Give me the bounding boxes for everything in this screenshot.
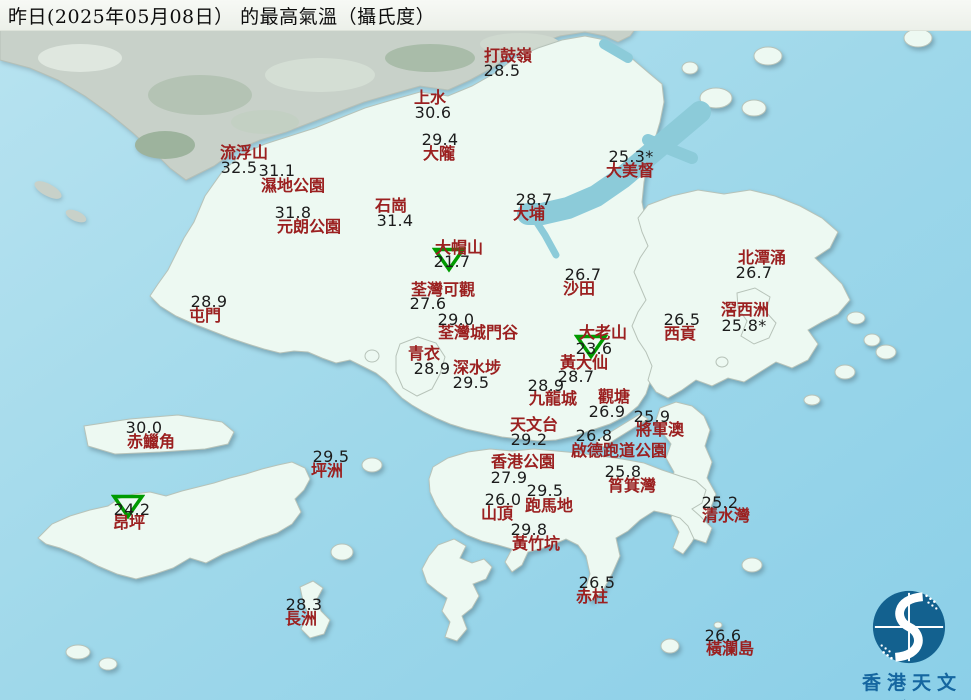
station-value-the-peak: 26.0 [485,492,522,508]
station-value-tai-mo-shan: 21.7 [434,254,471,270]
station-value-tsing-yi: 28.9 [414,361,451,377]
hko-logo-name-zh: 香港天文台 [846,668,971,700]
station-value-kowloon-city: 28.9 [528,378,565,394]
station-value-tuen-mun: 28.9 [191,294,228,310]
station-value-sha-tin: 26.7 [565,267,602,283]
station-value-lau-fau-shan: 32.5 [221,160,258,176]
hko-logo: 香港天文台 HONG KONG OBSERVATORY [846,588,971,700]
station-value-shek-kong: 31.4 [377,213,414,229]
station-name-kai-tak-runway-park: 啟德跑道公園 [571,443,667,459]
station-value-shau-kei-wan: 25.8 [605,464,642,480]
station-value-sham-shui-po: 29.5 [453,375,490,391]
hko-logo-icon [870,588,948,666]
station-value-tsuen-wan-shing-mun-valley: 29.0 [438,312,475,328]
stations-layer: 打鼓嶺28.5上水30.6大隴29.4流浮山32.5濕地公園31.1元朗公園31… [0,0,971,700]
station-value-ta-lung: 29.4 [422,132,459,148]
station-value-cheung-chau: 28.3 [286,597,323,613]
station-value-stanley: 26.5 [579,575,616,591]
station-value-kau-sai-chau: 25.8* [721,318,766,334]
station-value-ngong-ping: 24.2 [114,502,151,518]
page-title: 昨日(2025年05月08日） 的最高氣溫（攝氏度） [8,2,435,29]
station-value-happy-valley: 29.5 [527,483,564,499]
station-value-kwun-tong: 26.9 [589,404,626,420]
station-value-the-observatory: 29.2 [511,432,548,448]
station-value-yuen-long-park: 31.8 [275,205,312,221]
station-value-wong-chuk-hang: 29.8 [511,522,548,538]
station-value-clear-water-bay: 25.2 [702,495,739,511]
station-value-tseung-kwan-o: 25.9 [634,409,671,425]
station-value-tai-mei-tuk: 25.3* [608,149,653,165]
station-value-tai-po: 28.7 [516,192,553,208]
station-value-ta-kwu-ling: 28.5 [484,63,521,79]
station-name-happy-valley: 跑馬地 [525,498,573,514]
station-value-hong-kong-park: 27.9 [491,470,528,486]
title-bar: 昨日(2025年05月08日） 的最高氣溫（攝氏度） [0,0,971,31]
station-value-chek-lap-kok: 30.0 [126,420,163,436]
station-name-wetland-park: 濕地公園 [261,178,325,194]
station-value-pak-tam-chung: 26.7 [736,265,773,281]
station-value-sheung-shui: 30.6 [415,105,452,121]
station-value-wetland-park: 31.1 [259,163,296,179]
station-value-sai-kung: 26.5 [664,312,701,328]
station-value-waglan-island: 26.6 [705,628,742,644]
station-value-kai-tak-runway-park: 26.8 [576,428,613,444]
hko-max-temperature-map: 昨日(2025年05月08日） 的最高氣溫（攝氏度） [0,0,971,700]
station-value-peng-chau: 29.5 [313,449,350,465]
